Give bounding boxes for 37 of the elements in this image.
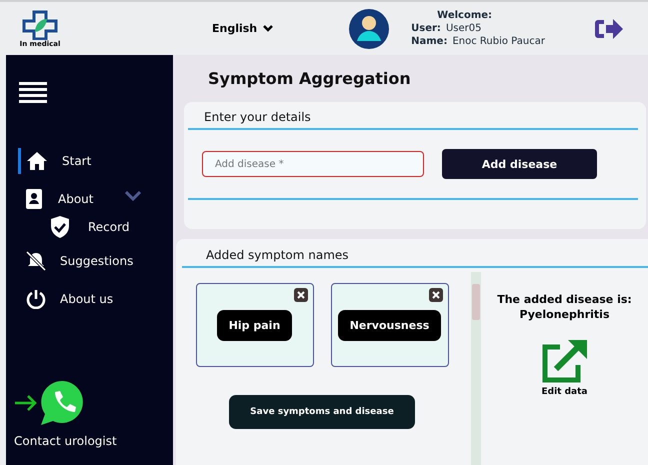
shield-check-icon [50,216,70,238]
menu-icon[interactable] [19,82,47,104]
symptom-tag: Nervousness [338,310,442,340]
sidebar-item[interactable]: Start [6,142,173,180]
contact-book-icon [26,189,44,209]
bell-off-icon [26,251,46,271]
symptom-tag: Hip pain [216,310,292,340]
sidebar-item[interactable]: Suggestions [6,242,173,280]
name-label: Name: [411,36,448,47]
section-heading: Enter your details [203,109,312,126]
disease-input[interactable]: Add disease * [202,151,424,177]
name-value: Enoc Rubio Paucar [452,36,545,47]
close-icon[interactable] [294,288,308,302]
home-icon [26,151,48,171]
scrollbar[interactable] [471,272,481,465]
language-dropdown[interactable]: English [212,22,274,35]
section-heading: Added symptom names [205,247,350,264]
power-icon [26,289,46,309]
add-disease-button[interactable]: Add disease [442,149,597,179]
arrow-icon [14,395,38,411]
logo-icon [22,10,58,40]
edit-label[interactable]: Edit data [541,386,588,397]
avatar-icon [349,8,390,48]
user-value: User05 [446,23,482,34]
sidebar-item[interactable]: About us [6,280,173,318]
chevron-down-icon [263,24,274,32]
external-link-icon[interactable] [542,338,588,383]
save-button[interactable]: Save symptoms and disease [229,395,415,429]
close-icon[interactable] [428,288,442,302]
logout-icon[interactable] [594,18,624,40]
disease-result: The added disease is: Pyelonephritis [497,293,632,323]
caret-icon[interactable] [125,191,142,201]
page-title: Symptom Aggregation [208,69,412,88]
phone-chat-icon[interactable] [40,380,86,426]
welcome-label: Welcome: [437,10,494,21]
contact-link[interactable]: Contact urologist [14,434,117,448]
user-label: User: [411,23,441,34]
